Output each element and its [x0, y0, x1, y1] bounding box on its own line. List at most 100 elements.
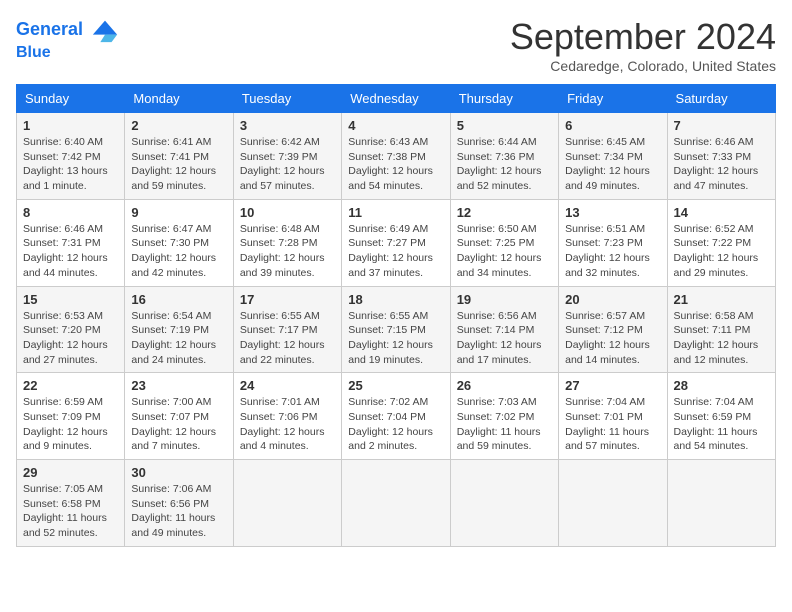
day-number: 20	[565, 292, 660, 307]
calendar-cell: 3 Sunrise: 6:42 AM Sunset: 7:39 PM Daylig…	[233, 113, 341, 200]
day-number: 22	[23, 378, 118, 393]
calendar-cell	[559, 460, 667, 547]
calendar-cell: 1 Sunrise: 6:40 AM Sunset: 7:42 PM Daylig…	[17, 113, 125, 200]
day-info: Sunrise: 6:49 AM Sunset: 7:27 PM Dayligh…	[348, 222, 443, 281]
day-info: Sunrise: 6:48 AM Sunset: 7:28 PM Dayligh…	[240, 222, 335, 281]
day-number: 7	[674, 118, 769, 133]
location: Cedaredge, Colorado, United States	[510, 58, 776, 74]
calendar-cell	[233, 460, 341, 547]
day-number: 21	[674, 292, 769, 307]
calendar-cell: 28Sunrise: 7:04 AM Sunset: 6:59 PM Dayli…	[667, 373, 775, 460]
day-number: 26	[457, 378, 552, 393]
weekday-header-saturday: Saturday	[667, 85, 775, 113]
calendar-cell: 2 Sunrise: 6:41 AM Sunset: 7:41 PM Daylig…	[125, 113, 233, 200]
day-info: Sunrise: 7:02 AM Sunset: 7:04 PM Dayligh…	[348, 395, 443, 454]
day-number: 23	[131, 378, 226, 393]
day-info: Sunrise: 6:55 AM Sunset: 7:15 PM Dayligh…	[348, 309, 443, 368]
calendar-cell: 9 Sunrise: 6:47 AM Sunset: 7:30 PM Daylig…	[125, 199, 233, 286]
calendar-table: SundayMondayTuesdayWednesdayThursdayFrid…	[16, 84, 776, 547]
calendar-cell: 30 Sunrise: 7:06 AM Sunset: 6:56 PM Dayli…	[125, 460, 233, 547]
day-info: Sunrise: 7:03 AM Sunset: 7:02 PM Dayligh…	[457, 395, 552, 454]
day-number: 14	[674, 205, 769, 220]
day-info: Sunrise: 6:57 AM Sunset: 7:12 PM Dayligh…	[565, 309, 660, 368]
weekday-header-sunday: Sunday	[17, 85, 125, 113]
calendar-cell: 13 Sunrise: 6:51 AM Sunset: 7:23 PM Dayli…	[559, 199, 667, 286]
page-header: General Blue September 2024 Cedaredge, C…	[16, 16, 776, 74]
title-block: September 2024 Cedaredge, Colorado, Unit…	[510, 16, 776, 74]
day-info: Sunrise: 7:06 AM Sunset: 6:56 PM Dayligh…	[131, 482, 226, 541]
calendar-cell: 14Sunrise: 6:52 AM Sunset: 7:22 PM Dayli…	[667, 199, 775, 286]
day-number: 6	[565, 118, 660, 133]
day-info: Sunrise: 7:04 AM Sunset: 7:01 PM Dayligh…	[565, 395, 660, 454]
calendar-week-3: 15Sunrise: 6:53 AM Sunset: 7:20 PM Dayli…	[17, 286, 776, 373]
day-info: Sunrise: 6:46 AM Sunset: 7:31 PM Dayligh…	[23, 222, 118, 281]
day-number: 19	[457, 292, 552, 307]
day-info: Sunrise: 6:55 AM Sunset: 7:17 PM Dayligh…	[240, 309, 335, 368]
calendar-cell: 25 Sunrise: 7:02 AM Sunset: 7:04 PM Dayli…	[342, 373, 450, 460]
calendar-cell: 4 Sunrise: 6:43 AM Sunset: 7:38 PM Daylig…	[342, 113, 450, 200]
day-number: 5	[457, 118, 552, 133]
calendar-cell: 18 Sunrise: 6:55 AM Sunset: 7:15 PM Dayli…	[342, 286, 450, 373]
day-info: Sunrise: 7:04 AM Sunset: 6:59 PM Dayligh…	[674, 395, 769, 454]
calendar-week-4: 22 Sunrise: 6:59 AM Sunset: 7:09 PM Dayli…	[17, 373, 776, 460]
day-number: 4	[348, 118, 443, 133]
calendar-cell: 24Sunrise: 7:01 AM Sunset: 7:06 PM Dayli…	[233, 373, 341, 460]
calendar-cell: 10 Sunrise: 6:48 AM Sunset: 7:28 PM Dayli…	[233, 199, 341, 286]
day-info: Sunrise: 6:45 AM Sunset: 7:34 PM Dayligh…	[565, 135, 660, 194]
day-number: 27	[565, 378, 660, 393]
day-info: Sunrise: 6:54 AM Sunset: 7:19 PM Dayligh…	[131, 309, 226, 368]
day-number: 16	[131, 292, 226, 307]
calendar-cell	[342, 460, 450, 547]
weekday-header-row: SundayMondayTuesdayWednesdayThursdayFrid…	[17, 85, 776, 113]
weekday-header-tuesday: Tuesday	[233, 85, 341, 113]
day-info: Sunrise: 6:43 AM Sunset: 7:38 PM Dayligh…	[348, 135, 443, 194]
day-number: 2	[131, 118, 226, 133]
calendar-week-1: 1 Sunrise: 6:40 AM Sunset: 7:42 PM Daylig…	[17, 113, 776, 200]
weekday-header-monday: Monday	[125, 85, 233, 113]
day-number: 17	[240, 292, 335, 307]
day-number: 18	[348, 292, 443, 307]
day-number: 8	[23, 205, 118, 220]
calendar-week-5: 29 Sunrise: 7:05 AM Sunset: 6:58 PM Dayli…	[17, 460, 776, 547]
calendar-week-2: 8 Sunrise: 6:46 AM Sunset: 7:31 PM Daylig…	[17, 199, 776, 286]
day-number: 3	[240, 118, 335, 133]
logo-text2: Blue	[16, 44, 119, 62]
day-number: 13	[565, 205, 660, 220]
day-number: 25	[348, 378, 443, 393]
weekday-header-friday: Friday	[559, 85, 667, 113]
calendar-cell: 15Sunrise: 6:53 AM Sunset: 7:20 PM Dayli…	[17, 286, 125, 373]
day-number: 29	[23, 465, 118, 480]
calendar-cell: 20 Sunrise: 6:57 AM Sunset: 7:12 PM Dayli…	[559, 286, 667, 373]
day-info: Sunrise: 6:47 AM Sunset: 7:30 PM Dayligh…	[131, 222, 226, 281]
day-info: Sunrise: 6:44 AM Sunset: 7:36 PM Dayligh…	[457, 135, 552, 194]
weekday-header-thursday: Thursday	[450, 85, 558, 113]
day-info: Sunrise: 6:42 AM Sunset: 7:39 PM Dayligh…	[240, 135, 335, 194]
calendar-cell: 11Sunrise: 6:49 AM Sunset: 7:27 PM Dayli…	[342, 199, 450, 286]
logo-text: General	[16, 16, 119, 44]
calendar-cell: 8 Sunrise: 6:46 AM Sunset: 7:31 PM Daylig…	[17, 199, 125, 286]
day-info: Sunrise: 6:58 AM Sunset: 7:11 PM Dayligh…	[674, 309, 769, 368]
calendar-cell: 29 Sunrise: 7:05 AM Sunset: 6:58 PM Dayli…	[17, 460, 125, 547]
month-title: September 2024	[510, 16, 776, 58]
day-number: 15	[23, 292, 118, 307]
day-info: Sunrise: 6:50 AM Sunset: 7:25 PM Dayligh…	[457, 222, 552, 281]
calendar-cell: 27 Sunrise: 7:04 AM Sunset: 7:01 PM Dayli…	[559, 373, 667, 460]
day-number: 1	[23, 118, 118, 133]
day-info: Sunrise: 6:51 AM Sunset: 7:23 PM Dayligh…	[565, 222, 660, 281]
calendar-cell: 19Sunrise: 6:56 AM Sunset: 7:14 PM Dayli…	[450, 286, 558, 373]
day-number: 30	[131, 465, 226, 480]
calendar-cell: 16 Sunrise: 6:54 AM Sunset: 7:19 PM Dayli…	[125, 286, 233, 373]
day-info: Sunrise: 6:40 AM Sunset: 7:42 PM Dayligh…	[23, 135, 118, 194]
day-info: Sunrise: 6:46 AM Sunset: 7:33 PM Dayligh…	[674, 135, 769, 194]
day-info: Sunrise: 7:00 AM Sunset: 7:07 PM Dayligh…	[131, 395, 226, 454]
calendar-cell: 6 Sunrise: 6:45 AM Sunset: 7:34 PM Daylig…	[559, 113, 667, 200]
calendar-cell: 21 Sunrise: 6:58 AM Sunset: 7:11 PM Dayli…	[667, 286, 775, 373]
day-number: 9	[131, 205, 226, 220]
day-info: Sunrise: 7:05 AM Sunset: 6:58 PM Dayligh…	[23, 482, 118, 541]
calendar-cell: 12Sunrise: 6:50 AM Sunset: 7:25 PM Dayli…	[450, 199, 558, 286]
day-info: Sunrise: 6:41 AM Sunset: 7:41 PM Dayligh…	[131, 135, 226, 194]
day-info: Sunrise: 6:59 AM Sunset: 7:09 PM Dayligh…	[23, 395, 118, 454]
day-number: 10	[240, 205, 335, 220]
calendar-cell: 7 Sunrise: 6:46 AM Sunset: 7:33 PM Daylig…	[667, 113, 775, 200]
calendar-cell	[667, 460, 775, 547]
